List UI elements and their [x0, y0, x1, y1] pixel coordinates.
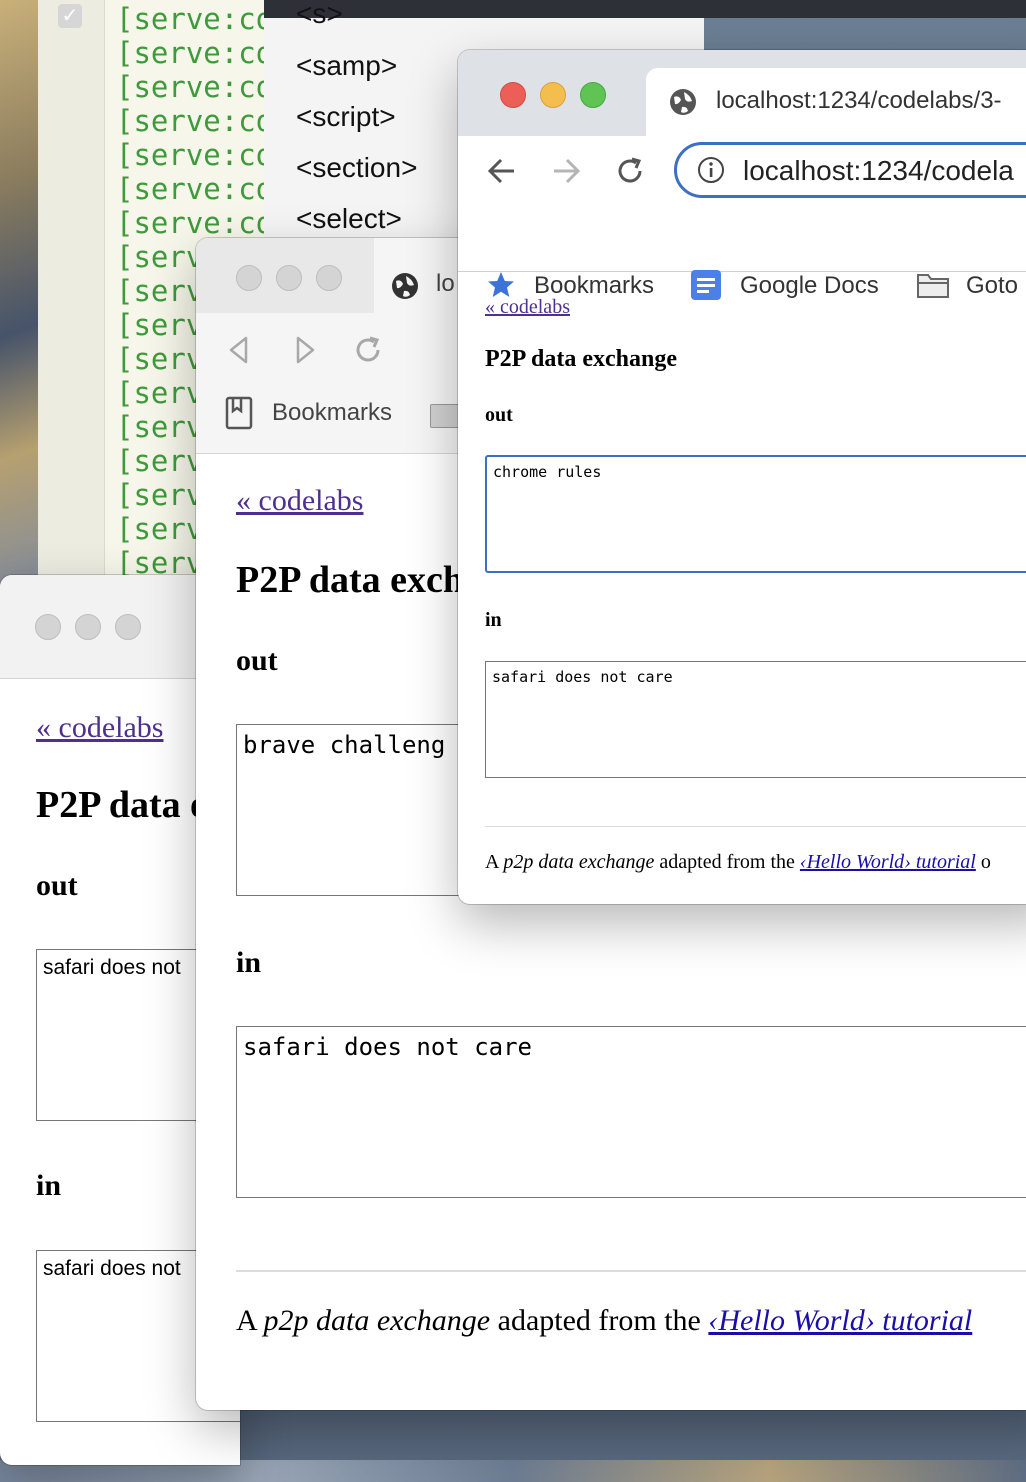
out-label: out: [485, 404, 513, 426]
back-link[interactable]: « codelabs: [36, 711, 163, 745]
tag-item[interactable]: <script>: [296, 101, 396, 133]
tab-title: localhost:1234/codelabs/3-: [716, 87, 1002, 114]
chrome-tab[interactable]: localhost:1234/codelabs/3-: [646, 68, 1026, 138]
footer-lead: A: [485, 851, 499, 873]
in-textarea[interactable]: safari does not care: [236, 1026, 1026, 1198]
in-label: in: [36, 1169, 62, 1202]
tag-item[interactable]: <select>: [296, 203, 402, 235]
minimize-button[interactable]: [540, 82, 566, 108]
tag-item[interactable]: <samp>: [296, 50, 397, 82]
address-bar[interactable]: localhost:1234/codela: [674, 142, 1026, 198]
page-title: P2P data exch: [236, 559, 464, 601]
page-title: P2P data exchange: [485, 346, 677, 372]
out-textarea[interactable]: chrome rules: [485, 455, 1026, 573]
tag-item[interactable]: <s>: [296, 0, 343, 30]
footer-emphasis: p2p data exchange: [263, 1304, 491, 1337]
folder-icon: [917, 274, 949, 298]
back-link[interactable]: « codelabs: [485, 296, 570, 319]
back-arrow-icon[interactable]: [226, 335, 252, 365]
footer-lead: A: [236, 1304, 257, 1337]
hello-world-tutorial-link[interactable]: ‹Hello World› tutorial: [800, 851, 976, 873]
in-label: in: [485, 609, 502, 631]
google-docs-icon: [691, 270, 721, 300]
bookmark-item[interactable]: Google Docs: [740, 272, 879, 300]
tab-title: lo: [436, 270, 455, 297]
minimize-button[interactable]: [276, 265, 302, 291]
in-label: in: [236, 946, 262, 979]
back-link[interactable]: « codelabs: [236, 484, 363, 518]
bookmark-item[interactable]: Goto: [966, 272, 1018, 300]
zoom-button[interactable]: [115, 614, 141, 640]
minimize-button[interactable]: [75, 614, 101, 640]
chrome-window[interactable]: localhost:1234/codelabs/3- localhost:123…: [458, 50, 1026, 904]
codelabs-link[interactable]: « codelabs: [36, 711, 163, 744]
footer-middle: adapted from the: [497, 1304, 701, 1337]
forward-arrow-icon[interactable]: [292, 335, 318, 365]
footer-middle: adapted from the: [659, 851, 795, 873]
bookmarks-label[interactable]: Bookmarks: [272, 399, 392, 427]
page-title: P2P data e: [36, 784, 207, 826]
out-label: out: [236, 644, 278, 677]
editor-title-bar: [264, 0, 1026, 18]
hello-world-tutorial-link[interactable]: ‹Hello World› tutorial: [708, 1304, 972, 1337]
codelabs-link[interactable]: « codelabs: [485, 296, 570, 318]
window-controls: [500, 82, 606, 108]
desktop-wallpaper: [0, 0, 40, 600]
info-icon[interactable]: [697, 156, 725, 184]
url-text[interactable]: localhost:1234/codela: [743, 155, 1014, 187]
close-button[interactable]: [236, 265, 262, 291]
close-button[interactable]: [500, 82, 526, 108]
tag-item[interactable]: <section>: [296, 152, 417, 184]
globe-icon: [670, 89, 696, 115]
codelabs-link[interactable]: « codelabs: [236, 484, 363, 517]
globe-icon: [392, 273, 418, 299]
reload-icon[interactable]: [614, 155, 646, 187]
window-controls: [35, 614, 141, 640]
forward-arrow-icon[interactable]: [550, 156, 582, 186]
zoom-button[interactable]: [316, 265, 342, 291]
footer-tail: o: [980, 851, 991, 873]
footer-divider: [236, 1270, 1026, 1272]
zoom-button[interactable]: [580, 82, 606, 108]
footer-emphasis: p2p data exchange: [503, 851, 655, 873]
out-label: out: [36, 869, 78, 902]
close-button[interactable]: [35, 614, 61, 640]
footer-text: A p2p data exchange adapted from the ‹He…: [236, 1304, 972, 1338]
bookmarks-icon: [225, 396, 253, 430]
footer-text: A p2p data exchange adapted from the ‹He…: [485, 851, 991, 874]
chrome-toolbar: localhost:1234/codela Bookmarks Google D…: [458, 136, 1026, 300]
checkmark-icon[interactable]: ✓: [58, 4, 82, 28]
window-controls: [236, 265, 342, 291]
reload-icon[interactable]: [352, 334, 384, 366]
terminal-gutter: ✓: [38, 0, 105, 598]
footer-divider: [485, 826, 1026, 827]
in-textarea[interactable]: safari does not care: [485, 661, 1026, 778]
back-arrow-icon[interactable]: [486, 156, 518, 186]
